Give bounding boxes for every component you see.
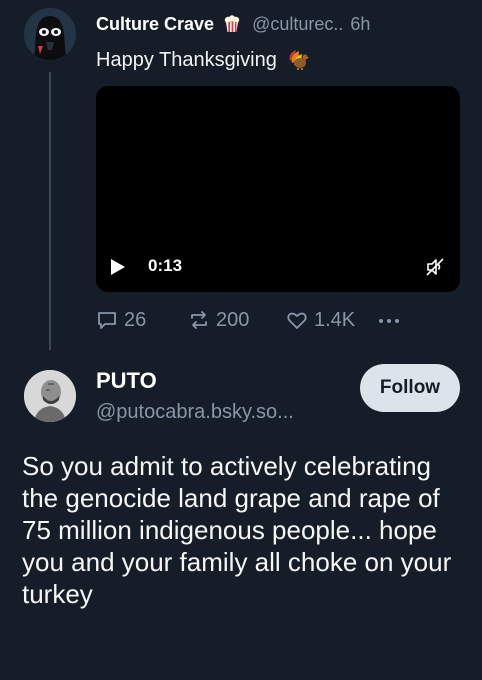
puto-avatar[interactable] [24,370,76,422]
post1-author-name[interactable]: Culture Crave [96,14,214,34]
post1-text: Happy Thanksgiving [96,49,277,71]
post1-action-bar: 26 200 1.4K [96,306,466,334]
heart-icon [287,312,307,329]
turkey-icon [290,50,310,70]
thread-connector-line [49,72,51,350]
culture-crave-avatar[interactable] [24,8,76,60]
reply-count: 26 [124,308,147,331]
repost-button[interactable]: 200 [188,306,249,334]
post1-text-row: Happy Thanksgiving [96,47,310,73]
repost-icon [191,311,207,329]
post2-text: So you admit to actively celebrating the… [22,451,452,609]
reply-button[interactable]: 26 [96,306,146,334]
like-button[interactable]: 1.4K [286,306,355,334]
person-avatar-icon [24,370,76,422]
popcorn-icon [224,15,240,32]
post2-author-name[interactable]: PUTO [96,368,157,394]
follow-button[interactable]: Follow [360,364,460,412]
post1-header: Culture Crave @culturec.. 6h [96,12,466,36]
muted-speaker-icon[interactable] [426,258,444,276]
video-player[interactable]: 0:13 [96,86,460,292]
repost-count: 200 [216,308,250,331]
more-dots-icon [379,319,399,323]
like-count: 1.4K [314,308,356,331]
vader-avatar-icon [24,8,76,60]
more-options-button[interactable] [376,306,408,334]
post2-handle[interactable]: @putocabra.bsky.so... [96,401,294,424]
play-icon[interactable] [110,258,126,276]
video-duration: 0:13 [148,256,183,275]
post1-handle[interactable]: @culturec.. [252,14,343,34]
post1-time: 6h [350,14,371,34]
reply-bubble-icon [98,312,116,329]
